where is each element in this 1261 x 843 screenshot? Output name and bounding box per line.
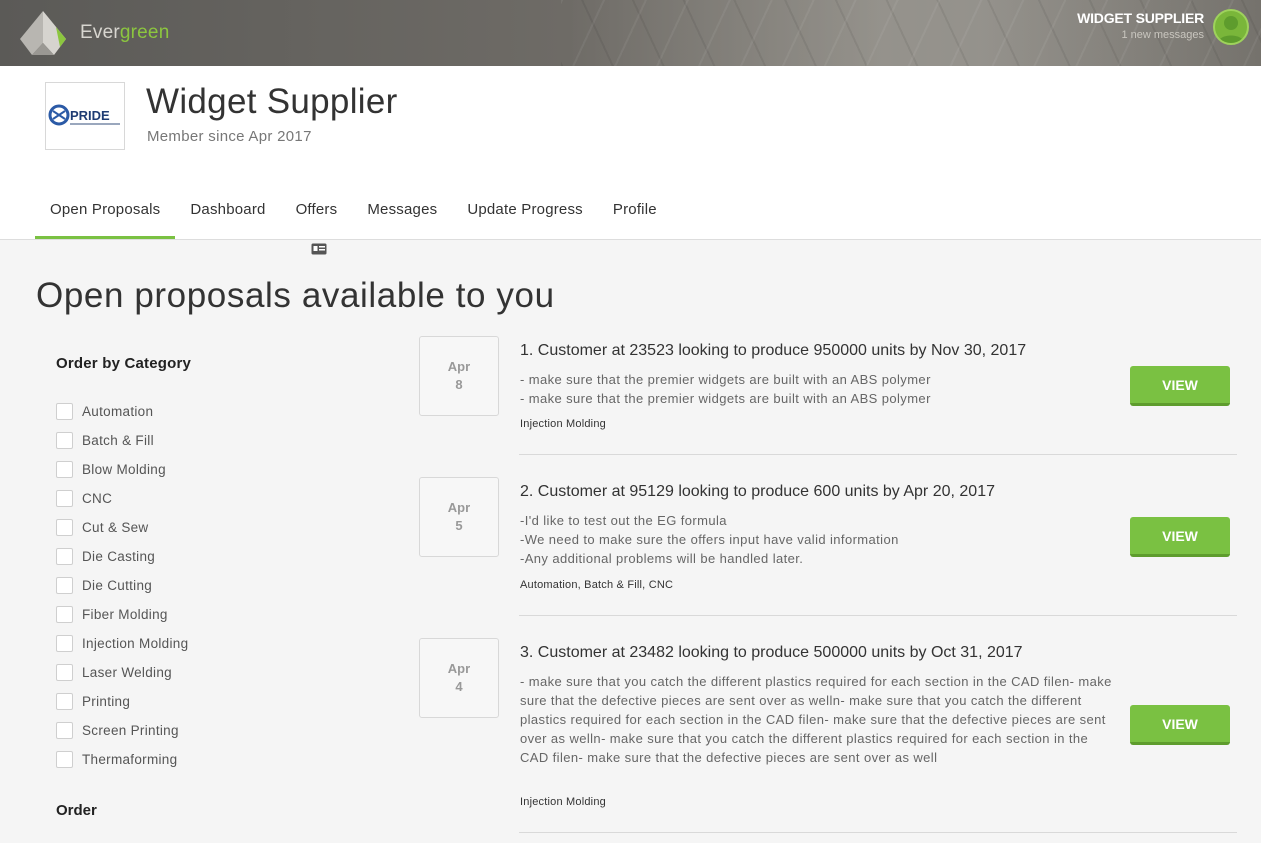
category-injection-molding[interactable]: Injection Molding: [56, 629, 376, 658]
description-line: - make sure that the premier widgets are…: [520, 372, 931, 387]
date-month: Apr: [447, 359, 471, 374]
category-label: Fiber Molding: [82, 607, 168, 622]
category-list: Automation Batch & Fill Blow Molding CNC…: [56, 397, 376, 774]
description-line: - make sure that you catch the different…: [520, 674, 1112, 765]
checkbox[interactable]: [56, 519, 73, 536]
svg-text:PRIDE: PRIDE: [70, 108, 110, 123]
category-label: Printing: [82, 694, 131, 709]
view-button[interactable]: VIEW: [1130, 517, 1230, 557]
proposal-card: Apr 5 2. Customer at 95129 looking to pr…: [419, 477, 1237, 617]
checkbox[interactable]: [56, 548, 73, 565]
category-label: Thermaforming: [82, 752, 178, 767]
user-avatar-icon: [1218, 16, 1244, 43]
checkbox[interactable]: [56, 432, 73, 449]
evergreen-logo-icon[interactable]: [18, 9, 68, 57]
top-bar: Evergreen WIDGET SUPPLIER 1 new messages: [0, 0, 1261, 66]
checkbox[interactable]: [56, 461, 73, 478]
proposal-card: Apr 4 3. Customer at 23482 looking to pr…: [419, 638, 1237, 834]
checkbox[interactable]: [56, 403, 73, 420]
date-month: Apr: [447, 661, 471, 676]
divider: [519, 615, 1237, 616]
divider: [519, 832, 1237, 833]
proposal-tags: Injection Molding: [520, 796, 606, 808]
category-fiber-molding[interactable]: Fiber Molding: [56, 600, 376, 629]
proposal-date: Apr 4: [419, 638, 499, 718]
user-name[interactable]: WIDGET SUPPLIER: [1077, 10, 1204, 26]
category-cnc[interactable]: CNC: [56, 484, 376, 513]
checkbox[interactable]: [56, 635, 73, 652]
view-button[interactable]: VIEW: [1130, 366, 1230, 406]
description-line: -I'd like to test out the EG formula: [520, 513, 727, 528]
category-label: Blow Molding: [82, 462, 166, 477]
category-label: Injection Molding: [82, 636, 189, 651]
proposal-tags: Automation, Batch & Fill, CNC: [520, 579, 674, 591]
checkbox[interactable]: [56, 664, 73, 681]
date-day: 8: [455, 377, 463, 392]
checkbox[interactable]: [56, 490, 73, 507]
user-menu[interactable]: WIDGET SUPPLIER 1 new messages: [1077, 10, 1204, 41]
divider: [519, 454, 1237, 455]
brand-name[interactable]: Evergreen: [80, 22, 169, 44]
category-label: Die Cutting: [82, 578, 153, 593]
page-title: Open proposals available to you: [36, 276, 555, 315]
category-label: Screen Printing: [82, 723, 179, 738]
checkbox[interactable]: [56, 606, 73, 623]
proposal-description: - make sure that the premier widgets are…: [520, 370, 1120, 408]
proposal-tags: Injection Molding: [520, 418, 606, 430]
proposal-title: 1. Customer at 23523 looking to produce …: [520, 342, 1027, 359]
category-cut-sew[interactable]: Cut & Sew: [56, 513, 376, 542]
category-automation[interactable]: Automation: [56, 397, 376, 426]
category-screen-printing[interactable]: Screen Printing: [56, 716, 376, 745]
tab-offers[interactable]: Offers: [281, 186, 353, 239]
checkbox[interactable]: [56, 577, 73, 594]
category-thermaforming[interactable]: Thermaforming: [56, 745, 376, 774]
category-label: Die Casting: [82, 549, 156, 564]
id-card-icon: [311, 243, 327, 255]
date-day: 4: [455, 679, 463, 694]
category-batch-fill[interactable]: Batch & Fill: [56, 426, 376, 455]
category-die-casting[interactable]: Die Casting: [56, 542, 376, 571]
member-since: Member since Apr 2017: [147, 128, 312, 145]
category-filter-sidebar: Order by Category Automation Batch & Fil…: [56, 355, 376, 819]
pride-logo-icon: PRIDE: [48, 104, 120, 126]
description-line: -We need to make sure the offers input h…: [520, 532, 899, 547]
proposal-description: -I'd like to test out the EG formula -We…: [520, 511, 1120, 568]
tab-open-proposals[interactable]: Open Proposals: [35, 186, 176, 239]
category-die-cutting[interactable]: Die Cutting: [56, 571, 376, 600]
proposal-card: Apr 8 1. Customer at 23523 looking to pr…: [419, 336, 1237, 456]
new-messages-count[interactable]: 1 new messages: [1077, 29, 1204, 41]
view-button[interactable]: VIEW: [1130, 705, 1230, 745]
category-printing[interactable]: Printing: [56, 687, 376, 716]
tab-update-progress[interactable]: Update Progress: [452, 186, 598, 239]
tab-profile[interactable]: Profile: [598, 186, 672, 239]
main-tabs: Open Proposals Dashboard Offers Messages…: [35, 186, 672, 240]
category-label: Laser Welding: [82, 665, 172, 680]
category-label: CNC: [82, 491, 113, 506]
date-month: Apr: [447, 500, 471, 515]
description-line: - make sure that the premier widgets are…: [520, 391, 931, 406]
company-name: Widget Supplier: [146, 82, 398, 121]
category-label: Automation: [82, 404, 154, 419]
date-day: 5: [455, 518, 463, 533]
category-heading: Order by Category: [56, 355, 192, 372]
company-header: PRIDE Widget Supplier Member since Apr 2…: [0, 66, 1261, 240]
category-label: Cut & Sew: [82, 520, 149, 535]
checkbox[interactable]: [56, 751, 73, 768]
proposal-date: Apr 5: [419, 477, 499, 557]
avatar[interactable]: [1213, 9, 1249, 45]
order-heading: Order: [56, 802, 97, 819]
proposal-title: 2. Customer at 95129 looking to produce …: [520, 483, 995, 500]
company-logo: PRIDE: [45, 82, 125, 150]
tab-messages[interactable]: Messages: [352, 186, 452, 239]
checkbox[interactable]: [56, 693, 73, 710]
category-blow-molding[interactable]: Blow Molding: [56, 455, 376, 484]
proposal-title: 3. Customer at 23482 looking to produce …: [520, 644, 1023, 661]
category-label: Batch & Fill: [82, 433, 154, 448]
category-laser-welding[interactable]: Laser Welding: [56, 658, 376, 687]
tab-dashboard[interactable]: Dashboard: [175, 186, 280, 239]
checkbox[interactable]: [56, 722, 73, 739]
proposal-description: - make sure that you catch the different…: [520, 672, 1120, 767]
description-line: -Any additional problems will be handled…: [520, 551, 804, 566]
proposal-date: Apr 8: [419, 336, 499, 416]
